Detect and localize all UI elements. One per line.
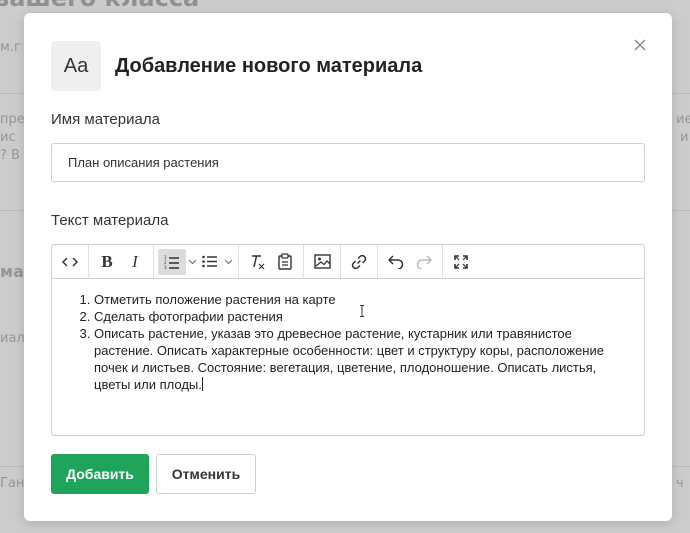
text-cursor — [201, 377, 203, 391]
italic-button[interactable]: I — [121, 249, 149, 275]
toolbar-group-link — [341, 245, 378, 278]
image-icon — [313, 254, 331, 269]
list-item: Описать растение, указав это древесное р… — [94, 325, 624, 393]
clear-format-icon — [252, 254, 265, 269]
insert-image-button[interactable] — [308, 249, 336, 275]
numbered-list-icon: 1 2 3 — [164, 255, 179, 269]
toolbar-group-format: B I — [89, 245, 154, 278]
redo-icon — [416, 254, 432, 269]
cancel-button[interactable]: Отменить — [156, 454, 256, 494]
source-code-button[interactable] — [56, 249, 84, 275]
bold-button[interactable]: B — [93, 249, 121, 275]
fullscreen-button[interactable] — [447, 249, 475, 275]
code-icon — [62, 256, 78, 267]
link-icon — [351, 254, 367, 269]
text-label: Текст материала — [51, 212, 169, 229]
fullscreen-icon — [454, 254, 468, 269]
add-material-dialog: Aa Добавление нового материала Имя матер… — [24, 13, 672, 521]
bulleted-list-dropdown[interactable] — [222, 249, 234, 275]
undo-button[interactable] — [382, 249, 410, 275]
material-name-input[interactable] — [51, 143, 645, 182]
paste-button[interactable] — [271, 249, 299, 275]
toolbar-group-view — [443, 245, 479, 278]
editor-toolbar: B I 1 2 3 — [52, 245, 644, 279]
toolbar-group-source — [52, 245, 89, 278]
insert-link-button[interactable] — [345, 249, 373, 275]
toolbar-group-clipboard — [239, 245, 304, 278]
material-type-icon: Aa — [51, 41, 101, 91]
numbered-list: Отметить положение растения на карте Сде… — [72, 291, 624, 393]
list-item-text: Описать растение, указав это древесное р… — [94, 326, 604, 392]
ibeam-cursor-icon — [360, 305, 364, 317]
toolbar-group-history — [378, 245, 443, 278]
svg-text:3: 3 — [164, 265, 167, 269]
toolbar-group-lists: 1 2 3 — [154, 245, 239, 278]
chevron-down-icon — [224, 259, 232, 264]
dialog-header: Aa Добавление нового материала — [51, 41, 422, 91]
toolbar-group-insert — [304, 245, 341, 278]
close-button[interactable] — [630, 35, 650, 55]
paste-icon — [278, 253, 292, 270]
bulleted-list-icon — [202, 255, 217, 268]
editor-content-area[interactable]: Отметить положение растения на карте Сде… — [52, 279, 644, 393]
undo-icon — [388, 254, 404, 269]
bulleted-list-button[interactable] — [198, 249, 222, 275]
dialog-title: Добавление нового материала — [115, 54, 423, 77]
numbered-list-button[interactable]: 1 2 3 — [158, 248, 186, 275]
numbered-list-dropdown[interactable] — [186, 249, 198, 275]
close-icon — [634, 39, 646, 51]
chevron-down-icon — [188, 259, 196, 264]
add-button[interactable]: Добавить — [51, 454, 149, 494]
redo-button[interactable] — [410, 249, 438, 275]
clear-format-button[interactable] — [243, 249, 271, 275]
rich-text-editor: B I 1 2 3 1. Отметить положение растения… — [51, 244, 645, 436]
name-label: Имя материала — [51, 111, 160, 128]
